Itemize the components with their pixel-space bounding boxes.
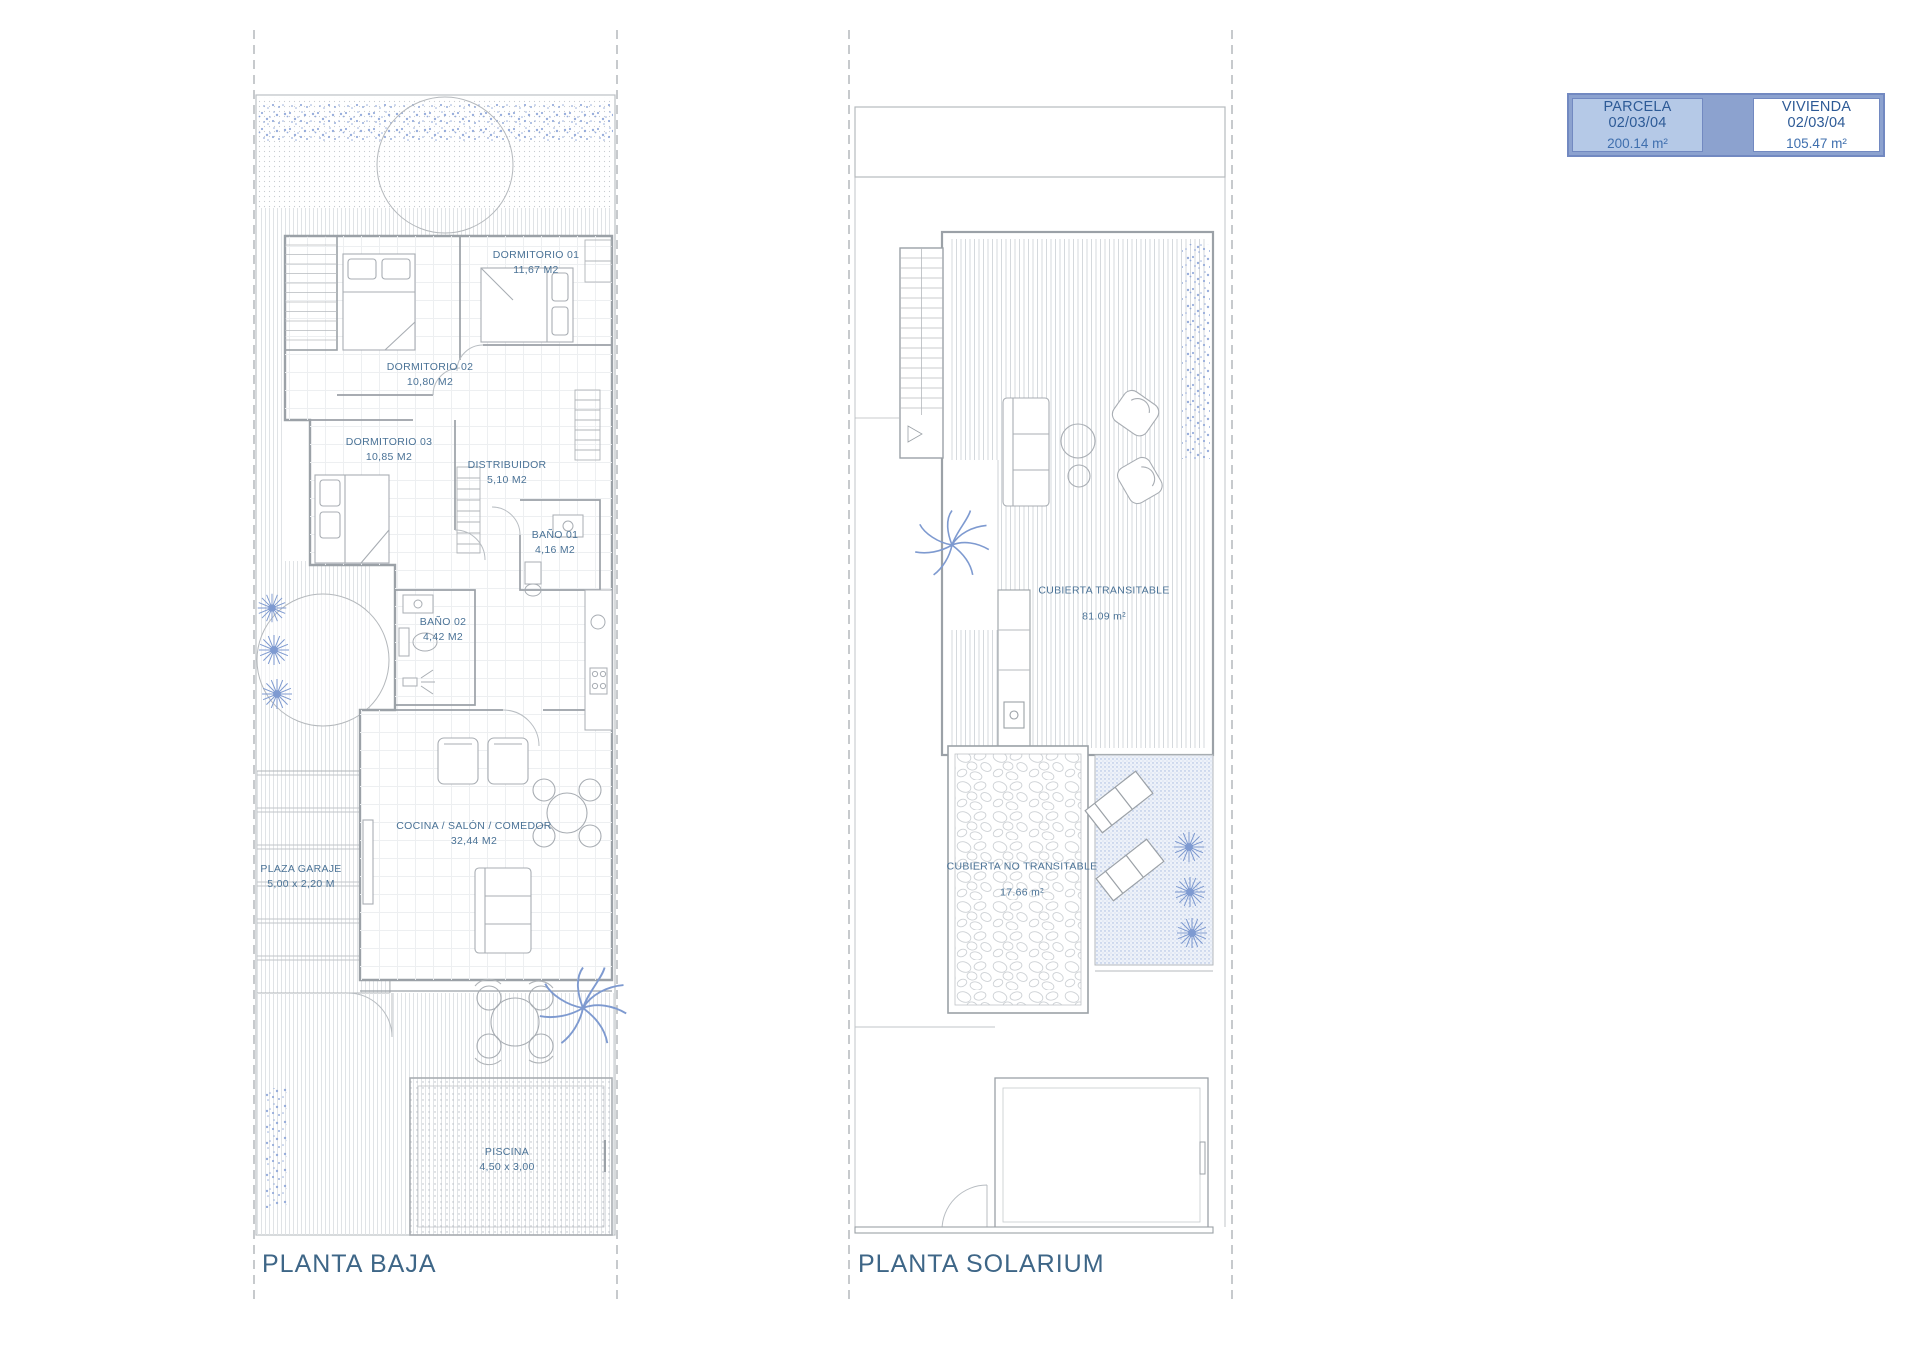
room-name: PLAZA GARAJE xyxy=(260,862,341,877)
room-name: CUBIERTA NO TRANSITABLE xyxy=(947,859,1098,874)
room-name: DORMITORIO 01 xyxy=(493,248,580,263)
parcela-label: PARCELA 02/03/04 xyxy=(1573,99,1702,131)
room-area: 4,50 x 3,00 xyxy=(479,1160,534,1175)
room-area: 11,67 M2 xyxy=(493,263,580,278)
room-area: 17.66 m² xyxy=(947,886,1098,901)
room-label-distribuidor: DISTRIBUIDOR 5,10 M2 xyxy=(468,458,547,488)
room-name: CUBIERTA TRANSITABLE xyxy=(1038,583,1169,598)
stairs xyxy=(855,248,943,458)
planting-strip xyxy=(1182,244,1210,459)
room-area: 10,85 M2 xyxy=(346,450,433,465)
vivienda-area: 105.47 m² xyxy=(1754,136,1879,151)
legend-parcela-box: PARCELA 02/03/04 200.14 m² xyxy=(1572,98,1703,152)
room-name: DORMITORIO 02 xyxy=(387,360,474,375)
vivienda-label: VIVIENDA 02/03/04 xyxy=(1754,99,1879,131)
room-name: DISTRIBUIDOR xyxy=(468,458,547,473)
room-name: BAÑO 02 xyxy=(420,615,466,630)
plan-title-planta-baja: PLANTA BAJA xyxy=(262,1250,437,1279)
room-label-cubierta-no-transitable: CUBIERTA NO TRANSITABLE 17.66 m² xyxy=(947,859,1098,900)
floorplan-drawing xyxy=(0,0,1920,1357)
room-name: BAÑO 01 xyxy=(532,528,578,543)
shrub-icon xyxy=(259,635,289,665)
room-area: 5,10 M2 xyxy=(468,473,547,488)
room-label-plaza-garaje: PLAZA GARAJE 5,00 x 2,20 M xyxy=(260,862,341,892)
shrub-icon xyxy=(258,594,287,623)
room-name: DORMITORIO 03 xyxy=(346,435,433,450)
shrub-row xyxy=(265,1088,287,1208)
room-label-bano-01: BAÑO 01 4,16 M2 xyxy=(532,528,578,558)
bed xyxy=(343,254,415,350)
room-name: PISCINA xyxy=(479,1145,534,1160)
room-area: 10,80 M2 xyxy=(387,375,474,390)
room-area: 4,16 M2 xyxy=(532,543,578,558)
sun-deck xyxy=(1085,755,1213,971)
room-area: 5,00 x 2,20 M xyxy=(260,877,341,892)
bed xyxy=(481,268,573,342)
legend-vivienda-box: VIVIENDA 02/03/04 105.47 m² xyxy=(1753,98,1880,152)
service-strip xyxy=(998,590,1030,746)
room-label-cocina-salon: COCINA / SALÓN / COMEDOR 32,44 M2 xyxy=(396,819,551,849)
plan-baja-drawing xyxy=(254,30,626,1305)
shrub-icon xyxy=(1175,877,1205,907)
roof-terrace xyxy=(942,232,1213,755)
hedge-plants xyxy=(258,104,613,142)
room-area: 81.09 m² xyxy=(1038,610,1169,625)
parcela-area: 200.14 m² xyxy=(1573,136,1702,151)
room-label-dormitorio-02: DORMITORIO 02 10,80 M2 xyxy=(387,360,474,390)
room-label-cubierta-transitable: CUBIERTA TRANSITABLE 81.09 m² xyxy=(1038,583,1169,624)
shrub-icon xyxy=(1177,918,1207,948)
parcel-top-band xyxy=(855,107,1225,177)
plan-solarium-drawing xyxy=(849,30,1232,1305)
shrub-icon xyxy=(1174,832,1204,862)
room-label-dormitorio-01: DORMITORIO 01 11,67 M2 xyxy=(493,248,580,278)
room-label-bano-02: BAÑO 02 4,42 M2 xyxy=(420,615,466,645)
room-area: 32,44 M2 xyxy=(396,834,551,849)
room-label-piscina: PISCINA 4,50 x 3,00 xyxy=(479,1145,534,1175)
bed xyxy=(315,475,389,563)
room-label-dormitorio-03: DORMITORIO 03 10,85 M2 xyxy=(346,435,433,465)
area-legend: PARCELA 02/03/04 200.14 m² VIVIENDA 02/0… xyxy=(1567,93,1885,157)
kitchen-counter xyxy=(585,590,612,730)
plan-title-planta-solarium: PLANTA SOLARIUM xyxy=(858,1250,1105,1279)
floorplan-sheet: { "legend": { "parcela_label": "PARCELA … xyxy=(0,0,1920,1357)
room-name: COCINA / SALÓN / COMEDOR xyxy=(396,819,551,834)
lower-block xyxy=(855,1027,1213,1233)
room-area: 4,42 M2 xyxy=(420,630,466,645)
shrub-icon xyxy=(262,679,292,709)
